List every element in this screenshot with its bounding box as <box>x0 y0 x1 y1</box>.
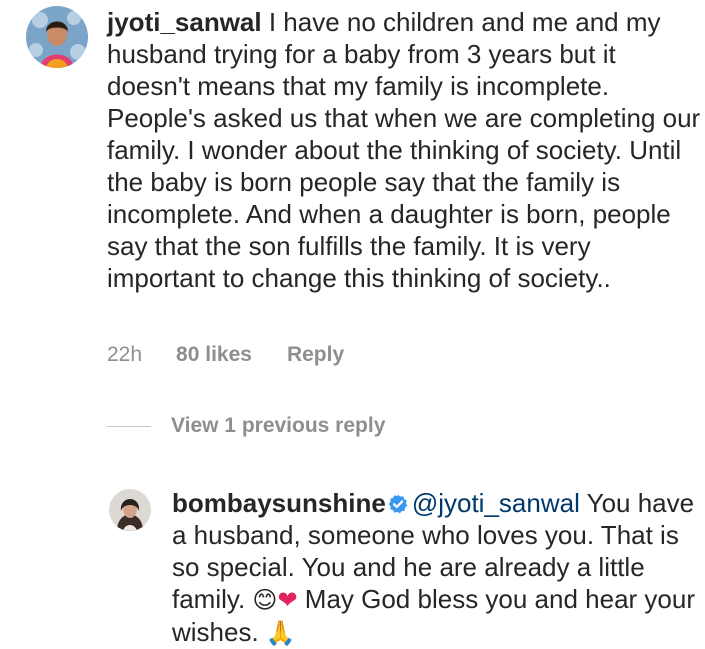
reply-button[interactable]: Reply <box>287 343 344 367</box>
smiling-face-icon: 😊 <box>252 586 278 614</box>
red-heart-icon: ❤ <box>277 586 298 614</box>
view-replies-label: View 1 previous reply <box>171 414 386 437</box>
avatar[interactable] <box>109 489 151 531</box>
folded-hands-icon: 🙏 <box>265 619 296 647</box>
comment-text: jyoti_sanwal I have no children and me a… <box>107 6 705 294</box>
verified-badge-icon <box>388 494 408 514</box>
comment-username[interactable]: jyoti_sanwal <box>107 7 262 37</box>
comment-username[interactable]: bombaysunshine <box>172 488 386 518</box>
mention-link[interactable]: @jyoti_sanwal <box>412 488 580 518</box>
likes-count[interactable]: 80 likes <box>176 343 252 367</box>
comment-meta: 22h 80 likes Reply <box>107 343 344 367</box>
comment-timestamp: 22h <box>107 343 143 366</box>
avatar[interactable] <box>26 6 88 68</box>
view-previous-replies-button[interactable]: View 1 previous reply <box>107 414 385 438</box>
comment-body: I have no children and me and my husband… <box>107 7 701 293</box>
comment-text: bombaysunshine @jyoti_sanwal You have a h… <box>172 487 705 649</box>
divider-line <box>107 425 151 427</box>
